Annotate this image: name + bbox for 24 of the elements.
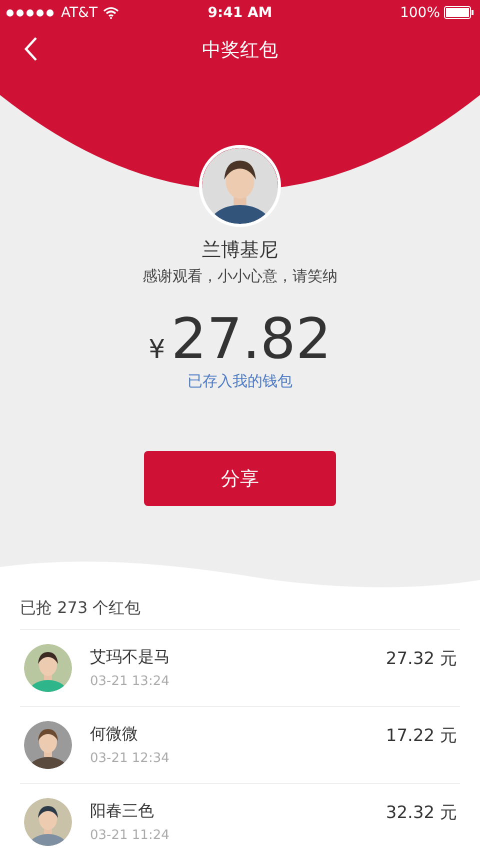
back-icon[interactable]	[24, 37, 38, 61]
battery-icon	[444, 6, 474, 19]
sender-name: 兰博基尼	[202, 238, 278, 263]
wifi-icon	[102, 6, 119, 18]
user-name: 何微微	[90, 724, 139, 745]
currency-symbol: ¥	[148, 335, 166, 365]
share-button[interactable]: 分享	[144, 451, 336, 506]
timestamp: 03-21 12:34	[90, 751, 170, 766]
signal-icon	[6, 8, 56, 16]
amount-label: 27.32 元	[386, 648, 457, 670]
wallet-link[interactable]: 已存入我的钱包	[188, 372, 292, 391]
battery-label: 100%	[400, 4, 440, 20]
timestamp: 03-21 11:24	[90, 828, 170, 843]
greeting-message: 感谢观看，小小心意，请笑纳	[142, 267, 338, 286]
amount-value: 27.82	[171, 308, 332, 372]
user-name: 艾玛不是马	[90, 647, 171, 668]
user-name: 阳春三色	[90, 801, 155, 822]
clock: 9:41 AM	[208, 4, 272, 20]
amount-label: 32.32 元	[386, 802, 457, 824]
timestamp: 03-21 13:24	[90, 674, 170, 689]
carrier-label: AT&T	[61, 4, 98, 20]
list-header: 已抢 273 个红包	[20, 598, 460, 630]
page-title: 中奖红包	[202, 38, 278, 63]
amount-label: 17.22 元	[386, 725, 457, 747]
